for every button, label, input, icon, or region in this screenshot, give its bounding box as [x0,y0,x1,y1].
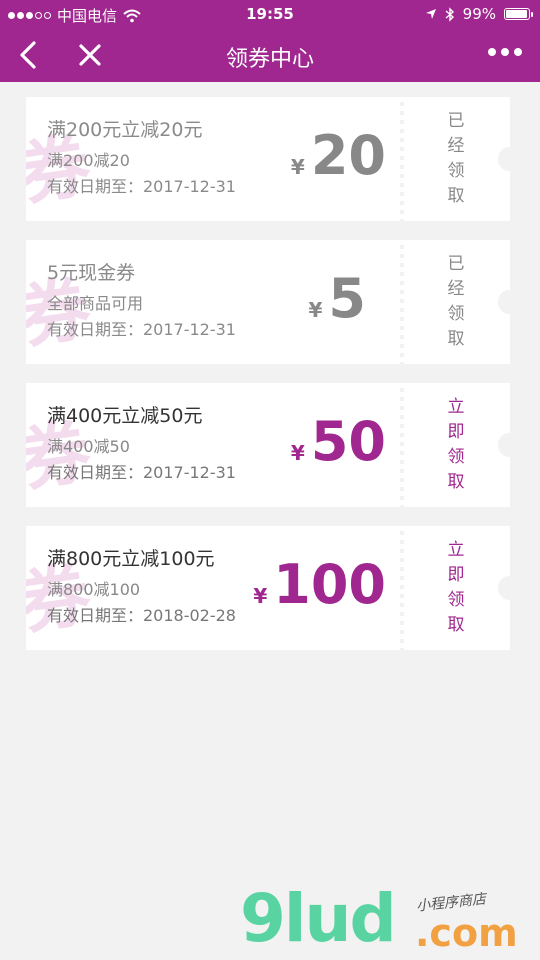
coupon-expiry: 有效日期至：2017-12-31 [47,463,236,482]
coupon-expiry: 有效日期至：2017-12-31 [47,320,236,339]
coupon-condition: 满200减20 [47,151,130,170]
currency-symbol: ¥ [290,155,305,179]
currency-symbol: ¥ [308,298,323,322]
currency-symbol: ¥ [253,584,268,608]
status-right: 99% [425,5,533,23]
ticket-notch [498,147,520,171]
coupon-title: 5元现金券 [47,262,136,284]
currency-symbol: ¥ [290,441,305,465]
coupon-card: 券 满200元立减20元 满200减20 有效日期至：2017-12-31 ¥ … [26,97,520,221]
coupon-body: 券 满800元立减100元 满800减100 有效日期至：2018-02-28 … [26,526,400,650]
coupon-condition: 满800减100 [47,580,141,599]
coupon-claimed-status: 已经领取 [404,240,520,364]
coupon-body: 券 5元现金券 全部商品可用 有效日期至：2017-12-31 ¥ 5 [26,240,400,364]
coupon-card: 券 满400元立减50元 满400减50 有效日期至：2017-12-31 ¥ … [26,383,520,507]
coupon-condition: 全部商品可用 [47,294,144,313]
coupon-title: 满400元立减50元 [47,405,203,427]
coupon-amount: ¥ 20 [291,129,386,183]
coupon-expiry: 有效日期至：2018-02-28 [47,606,236,625]
coupon-amount: ¥ 5 [309,272,367,326]
claim-coupon-button[interactable]: 立即领取 [404,383,520,507]
nav-bar: 领券中心 [0,28,540,82]
claim-status-label: 已经领取 [447,254,465,349]
coupon-title: 满200元立减20元 [47,119,203,141]
more-menu-button[interactable] [488,48,522,56]
watermark-domain: .com [415,911,518,955]
claim-coupon-button[interactable]: 立即领取 [404,526,520,650]
claim-status-label: 已经领取 [447,111,465,206]
amount-value: 50 [310,410,386,473]
coupon-card: 券 5元现金券 全部商品可用 有效日期至：2017-12-31 ¥ 5 已经领取 [26,240,520,364]
coupon-body: 券 满200元立减20元 满200减20 有效日期至：2017-12-31 ¥ … [26,97,400,221]
battery-percent: 99% [462,5,496,23]
ticket-notch [498,576,520,600]
coupon-condition: 满400减50 [47,437,130,456]
coupon-card: 券 满800元立减100元 满800减100 有效日期至：2018-02-28 … [26,526,520,650]
location-arrow-icon [425,9,436,19]
amount-value: 5 [328,267,366,330]
status-bar: 中国电信 19:55 99% [0,0,540,28]
coupon-title: 满800元立减100元 [47,548,215,570]
more-dot-icon [501,48,509,56]
claim-button-label: 立即领取 [447,397,465,492]
ticket-notch [498,433,520,457]
coupon-amount: ¥ 100 [253,558,386,612]
coupon-list: 券 满200元立减20元 满200减20 有效日期至：2017-12-31 ¥ … [26,97,520,669]
coupon-claimed-status: 已经领取 [404,97,520,221]
ticket-notch [498,290,520,314]
site-watermark-logo: 9lud 小程序商店 .com [240,886,540,960]
coupon-amount: ¥ 50 [291,415,386,469]
coupon-body: 券 满400元立减50元 满400减50 有效日期至：2017-12-31 ¥ … [26,383,400,507]
claim-button-label: 立即领取 [447,540,465,635]
page-title: 领券中心 [225,47,314,72]
more-dot-icon [514,48,522,56]
bluetooth-icon [445,6,454,22]
watermark-logo-text: 9lud [240,880,397,957]
amount-value: 20 [310,124,386,187]
coupon-expiry: 有效日期至：2017-12-31 [47,177,236,196]
battery-icon [504,8,533,20]
amount-value: 100 [273,553,386,616]
more-dot-icon [488,48,496,56]
